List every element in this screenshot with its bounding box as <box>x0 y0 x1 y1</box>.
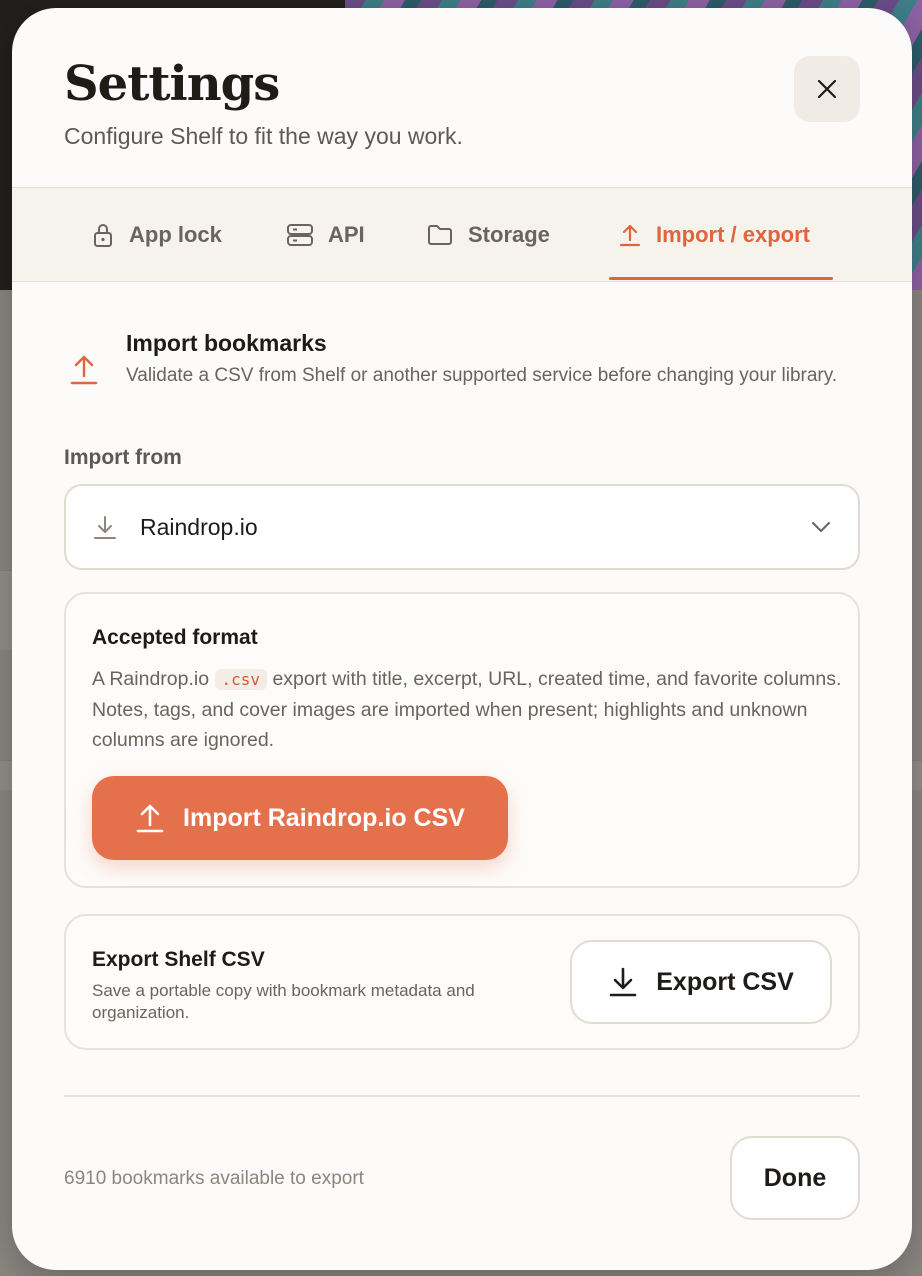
tab-label: Storage <box>468 221 550 247</box>
export-csv-button[interactable]: Export CSV <box>570 940 832 1024</box>
export-title: Export Shelf CSV <box>92 948 265 971</box>
tab-storage[interactable]: Storage <box>426 188 550 281</box>
download-icon <box>609 967 637 997</box>
footer-divider <box>64 1095 860 1097</box>
accepted-format-description: A Raindrop.io .csv export with title, ex… <box>92 664 842 755</box>
done-button[interactable]: Done <box>730 1136 860 1220</box>
format-text-before: A Raindrop.io <box>92 668 215 690</box>
export-card: Export Shelf CSV Save a portable copy wi… <box>64 914 860 1050</box>
upload-icon <box>619 224 641 246</box>
import-csv-button[interactable]: Import Raindrop.io CSV <box>92 776 508 860</box>
close-icon <box>817 79 837 99</box>
modal-header: Settings Configure Shelf to fit the way … <box>12 8 912 187</box>
lock-icon <box>94 223 112 247</box>
tab-import-export[interactable]: Import / export <box>618 188 810 281</box>
accepted-format-card: Accepted format A Raindrop.io .csv expor… <box>64 592 860 888</box>
export-description: Save a portable copy with bookmark metad… <box>92 981 475 1022</box>
upload-icon <box>136 804 164 833</box>
folder-icon <box>428 224 452 245</box>
import-button-label: Import Raindrop.io CSV <box>183 803 465 832</box>
accepted-format-title: Accepted format <box>92 626 258 649</box>
tab-app-lock[interactable]: App lock <box>91 188 222 281</box>
import-section-description: Validate a CSV from Shelf or another sup… <box>126 365 838 386</box>
background-card <box>0 760 12 790</box>
import-source-select[interactable]: Raindrop.io <box>64 484 860 570</box>
tab-label: API <box>328 221 365 247</box>
settings-modal: Settings Configure Shelf to fit the way … <box>12 8 912 1270</box>
tab-label: App lock <box>129 221 222 247</box>
file-extension-code: .csv <box>214 669 268 690</box>
selected-source: Raindrop.io <box>140 514 258 540</box>
settings-tabs: App lock API Storage Import / export <box>12 187 912 282</box>
import-section-title: Import bookmarks <box>126 330 327 356</box>
background-card <box>0 570 12 650</box>
export-button-label: Export CSV <box>656 967 794 996</box>
page-title: Settings <box>64 56 280 112</box>
bookmark-count-status: 6910 bookmarks available to export <box>64 1168 364 1189</box>
tab-label: Import / export <box>656 221 811 247</box>
import-from-label: Import from <box>64 446 182 469</box>
chevron-down-icon <box>812 522 830 532</box>
upload-icon <box>70 355 98 385</box>
page-subtitle: Configure Shelf to fit the way you work. <box>64 123 463 149</box>
active-tab-indicator <box>609 277 833 280</box>
close-button[interactable] <box>794 56 860 122</box>
download-icon <box>94 516 116 539</box>
server-icon <box>287 223 313 246</box>
tab-api[interactable]: API <box>286 188 365 281</box>
